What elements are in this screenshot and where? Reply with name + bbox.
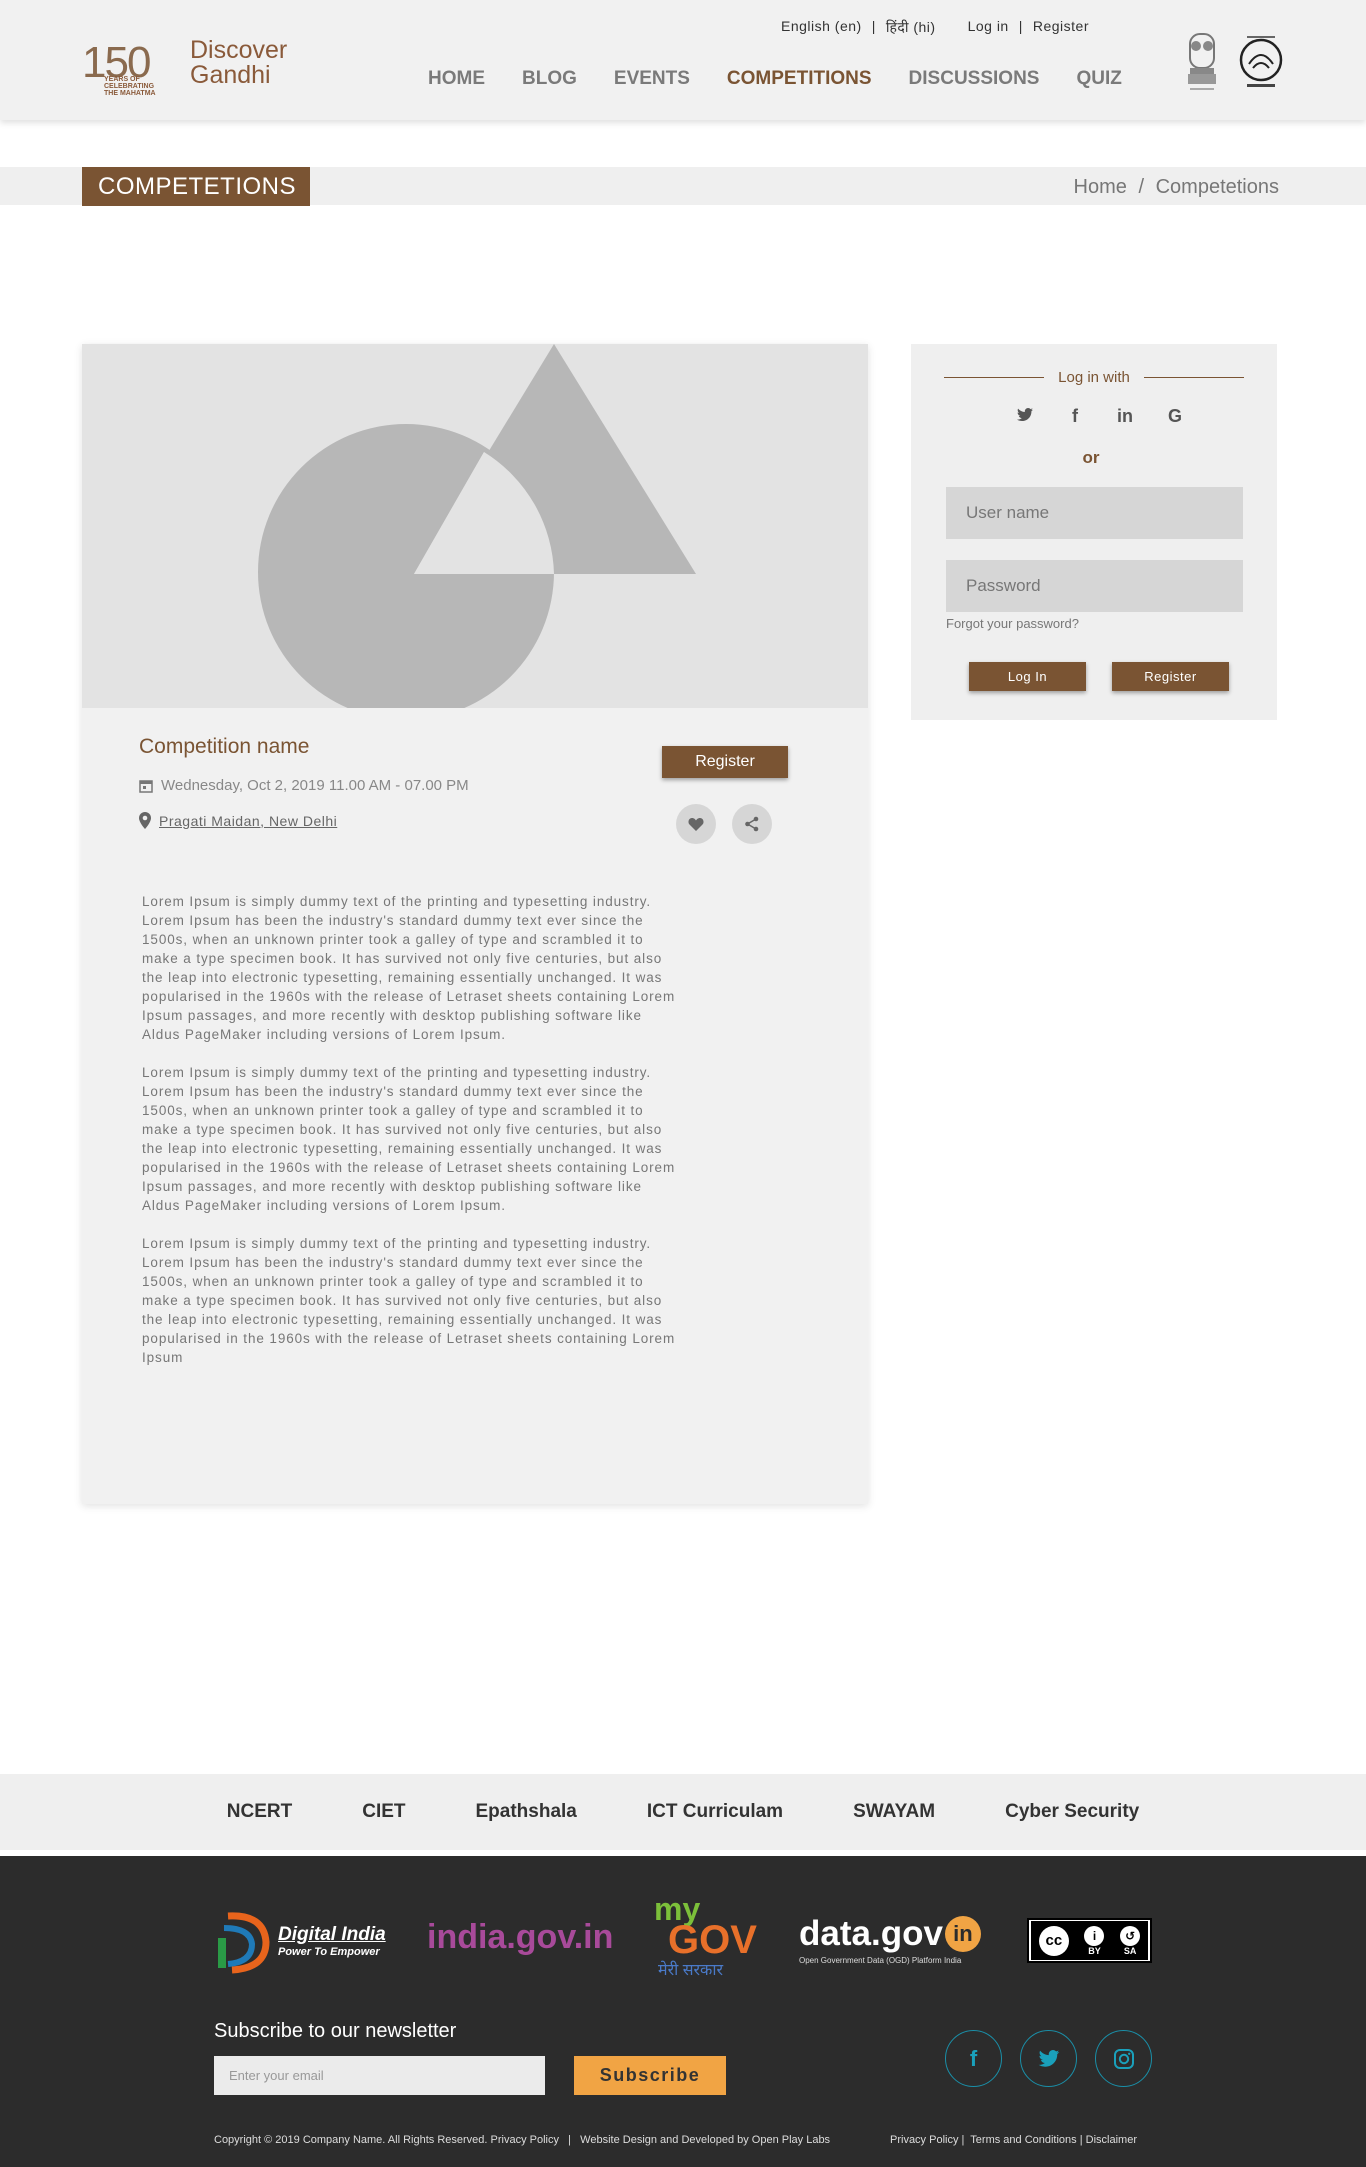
150-years-logo: 150 YEARS OF CELEBRATING THE MAHATMA: [82, 30, 172, 97]
newsletter-email-input[interactable]: [214, 2056, 545, 2095]
nav-home[interactable]: HOME: [428, 68, 485, 90]
image-placeholder-icon: [258, 344, 696, 708]
social-login-icons: f in G: [1015, 406, 1185, 427]
competition-location: Pragati Maidan, New Delhi: [139, 812, 337, 829]
site-footer: Digital India Power To Empower india.gov…: [0, 1856, 1366, 2167]
digital-india-logo[interactable]: Digital India Power To Empower: [214, 1908, 386, 1974]
logo-subtitle: YEARS OF CELEBRATING THE MAHATMA: [104, 76, 156, 97]
competition-location-link[interactable]: Pragati Maidan, New Delhi: [159, 813, 337, 829]
password-input[interactable]: [946, 560, 1243, 612]
nav-competitions[interactable]: COMPETITIONS: [727, 68, 872, 90]
breadcrumb: Home / Competetions: [1071, 176, 1282, 199]
breadcrumb-separator: /: [1138, 176, 1145, 198]
cc-license-logo[interactable]: cc i BY ↺ SA: [1027, 1918, 1152, 1963]
lang-english[interactable]: English (en): [781, 18, 862, 37]
forgot-password-link[interactable]: Forgot your password?: [946, 616, 1079, 631]
page-title: COMPETETIONS: [82, 167, 310, 206]
copyright-text: Copyright © 2019 Company Name. All Right…: [214, 2134, 831, 2146]
datagov-logo[interactable]: data.gov in Open Government Data (OGD) P…: [799, 1914, 981, 1965]
competition-image-placeholder: [82, 344, 868, 708]
nav-quiz[interactable]: QUIZ: [1076, 68, 1121, 90]
username-input[interactable]: [946, 487, 1243, 539]
discover-gandhi-logo[interactable]: 150 YEARS OF CELEBRATING THE MAHATMA Dis…: [82, 30, 288, 98]
google-icon[interactable]: G: [1165, 406, 1185, 427]
nav-events[interactable]: EVENTS: [614, 68, 690, 90]
description-paragraph: Lorem Ipsum is simply dummy text of the …: [142, 894, 676, 1042]
subscribe-button[interactable]: Subscribe: [574, 2056, 726, 2095]
competition-date: Wednesday, Oct 2, 2019 11.00 AM - 07.00 …: [139, 777, 469, 794]
footer-twitter-icon[interactable]: [1020, 2030, 1077, 2087]
login-button[interactable]: Log In: [969, 662, 1086, 691]
footer-link-epathshala[interactable]: Epathshala: [476, 1801, 577, 1823]
or-divider: or: [1082, 448, 1100, 467]
footer-link-ict-curriculam[interactable]: ICT Curriculam: [647, 1801, 783, 1823]
footer-links-bar: NCERT CIET Epathshala ICT Curriculam SWA…: [0, 1774, 1366, 1850]
main-nav: HOME BLOG EVENTS COMPETITIONS DISCUSSION…: [428, 68, 1159, 90]
register-button[interactable]: Register: [1112, 662, 1229, 691]
footer-facebook-icon[interactable]: f: [945, 2030, 1002, 2087]
register-link[interactable]: Register: [1033, 18, 1089, 37]
like-button[interactable]: [676, 804, 716, 844]
login-with-heading: Log in with: [944, 369, 1244, 386]
lang-hindi[interactable]: हिंदी (hi): [886, 18, 936, 37]
footer-link-cyber-security[interactable]: Cyber Security: [1005, 1801, 1139, 1823]
top-utility-bar: English (en) | हिंदी (hi) Log in | Regis…: [781, 18, 1090, 37]
calendar-icon: [139, 779, 153, 793]
facebook-icon[interactable]: f: [1065, 406, 1085, 427]
nav-blog[interactable]: BLOG: [522, 68, 577, 90]
competition-register-button[interactable]: Register: [662, 746, 788, 778]
india-gov-logo[interactable]: india.gov.in: [427, 1918, 613, 1957]
footer-link-swayam[interactable]: SWAYAM: [853, 1801, 935, 1823]
competition-date-text: Wednesday, Oct 2, 2019 11.00 AM - 07.00 …: [161, 777, 469, 794]
national-emblem-icon: [1188, 33, 1216, 90]
linkedin-icon[interactable]: in: [1115, 406, 1135, 427]
newsletter-title: Subscribe to our newsletter: [214, 2020, 457, 2042]
breadcrumb-current: Competetions: [1155, 176, 1279, 198]
site-header: 150 YEARS OF CELEBRATING THE MAHATMA Dis…: [0, 0, 1366, 120]
description-paragraph: Lorem Ipsum is simply dummy text of the …: [142, 1065, 676, 1213]
breadcrumb-home[interactable]: Home: [1074, 176, 1127, 198]
logo-text: Discover Gandhi: [190, 36, 288, 89]
ncert-logo-icon: [1239, 36, 1283, 87]
competition-description: Lorem Ipsum is simply dummy text of the …: [142, 892, 682, 1386]
legal-links[interactable]: Privacy Policy | Terms and Conditions | …: [890, 2134, 1137, 2146]
footer-link-ciet[interactable]: CIET: [362, 1801, 405, 1823]
footer-instagram-icon[interactable]: [1095, 2030, 1152, 2087]
digital-india-icon: [218, 1912, 270, 1974]
nav-discussions[interactable]: DISCUSSIONS: [909, 68, 1040, 90]
competition-card: Competition name Wednesday, Oct 2, 2019 …: [82, 344, 868, 1504]
twitter-icon[interactable]: [1015, 406, 1035, 427]
competition-name: Competition name: [139, 735, 310, 758]
share-icon: [745, 816, 759, 832]
location-pin-icon: [139, 812, 151, 829]
heart-icon: [688, 817, 704, 831]
mygov-logo[interactable]: my GOV मेरी सरकार: [654, 1893, 757, 1980]
description-paragraph: Lorem Ipsum is simply dummy text of the …: [142, 1236, 676, 1365]
share-button[interactable]: [732, 804, 772, 844]
login-link[interactable]: Log in: [968, 18, 1009, 37]
footer-link-ncert[interactable]: NCERT: [227, 1801, 292, 1823]
login-panel: Log in with f in G or Forgot your passwo…: [911, 344, 1277, 720]
